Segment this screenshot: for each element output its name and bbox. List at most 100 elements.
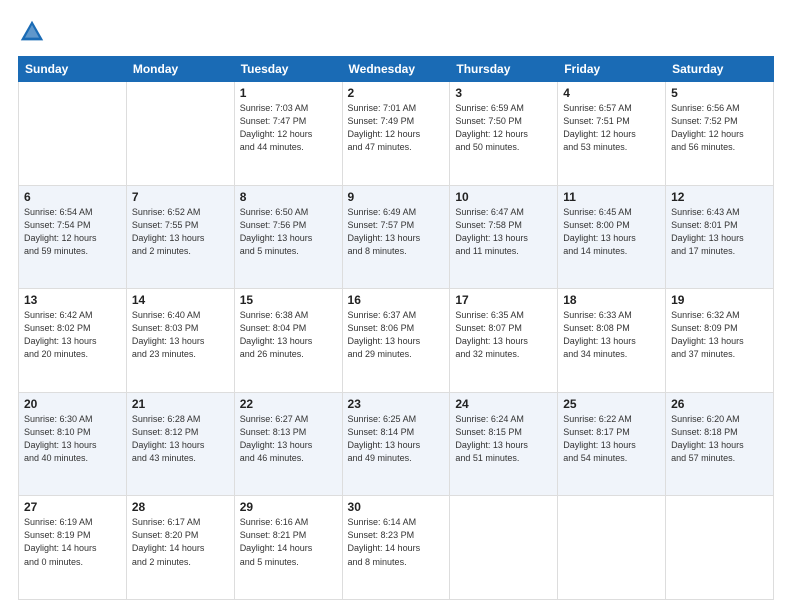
day-info: Sunrise: 6:20 AM Sunset: 8:18 PM Dayligh…	[671, 413, 768, 465]
day-cell: 13 Sunrise: 6:42 AM Sunset: 8:02 PM Dayli…	[19, 289, 127, 393]
day-info: Sunrise: 6:25 AM Sunset: 8:14 PM Dayligh…	[348, 413, 445, 465]
day-info: Sunrise: 6:17 AM Sunset: 8:20 PM Dayligh…	[132, 516, 229, 568]
day-cell: 14Sunrise: 6:40 AM Sunset: 8:03 PM Dayli…	[126, 289, 234, 393]
day-cell: 20 Sunrise: 6:30 AM Sunset: 8:10 PM Dayli…	[19, 392, 127, 496]
day-cell: 17 Sunrise: 6:35 AM Sunset: 8:07 PM Dayli…	[450, 289, 558, 393]
day-info: Sunrise: 6:54 AM Sunset: 7:54 PM Dayligh…	[24, 206, 121, 258]
day-info: Sunrise: 6:30 AM Sunset: 8:10 PM Dayligh…	[24, 413, 121, 465]
day-cell: 30 Sunrise: 6:14 AM Sunset: 8:23 PM Dayli…	[342, 496, 450, 600]
week-row-4: 20 Sunrise: 6:30 AM Sunset: 8:10 PM Dayli…	[19, 392, 774, 496]
day-number: 12	[671, 190, 768, 204]
day-cell: 19 Sunrise: 6:32 AM Sunset: 8:09 PM Dayli…	[666, 289, 774, 393]
header	[18, 18, 774, 46]
day-info: Sunrise: 6:47 AM Sunset: 7:58 PM Dayligh…	[455, 206, 552, 258]
week-row-1: 1 Sunrise: 7:03 AM Sunset: 7:47 PM Daylig…	[19, 82, 774, 186]
day-cell: 25Sunrise: 6:22 AM Sunset: 8:17 PM Dayli…	[558, 392, 666, 496]
day-cell	[666, 496, 774, 600]
day-number: 23	[348, 397, 445, 411]
weekday-header-sunday: Sunday	[19, 57, 127, 82]
day-cell: 12 Sunrise: 6:43 AM Sunset: 8:01 PM Dayli…	[666, 185, 774, 289]
logo-icon	[18, 18, 46, 46]
logo	[18, 18, 50, 46]
day-cell: 23 Sunrise: 6:25 AM Sunset: 8:14 PM Dayli…	[342, 392, 450, 496]
day-info: Sunrise: 7:03 AM Sunset: 7:47 PM Dayligh…	[240, 102, 337, 154]
day-info: Sunrise: 6:50 AM Sunset: 7:56 PM Dayligh…	[240, 206, 337, 258]
day-cell: 9 Sunrise: 6:49 AM Sunset: 7:57 PM Daylig…	[342, 185, 450, 289]
day-info: Sunrise: 6:35 AM Sunset: 8:07 PM Dayligh…	[455, 309, 552, 361]
day-number: 29	[240, 500, 337, 514]
day-info: Sunrise: 6:42 AM Sunset: 8:02 PM Dayligh…	[24, 309, 121, 361]
day-number: 7	[132, 190, 229, 204]
day-number: 1	[240, 86, 337, 100]
day-number: 9	[348, 190, 445, 204]
day-cell: 4 Sunrise: 6:57 AM Sunset: 7:51 PM Daylig…	[558, 82, 666, 186]
day-cell: 24 Sunrise: 6:24 AM Sunset: 8:15 PM Dayli…	[450, 392, 558, 496]
day-info: Sunrise: 6:43 AM Sunset: 8:01 PM Dayligh…	[671, 206, 768, 258]
day-cell: 5 Sunrise: 6:56 AM Sunset: 7:52 PM Daylig…	[666, 82, 774, 186]
day-number: 17	[455, 293, 552, 307]
day-number: 25	[563, 397, 660, 411]
day-number: 21	[132, 397, 229, 411]
day-cell: 8 Sunrise: 6:50 AM Sunset: 7:56 PM Daylig…	[234, 185, 342, 289]
day-info: Sunrise: 6:57 AM Sunset: 7:51 PM Dayligh…	[563, 102, 660, 154]
day-cell: 6 Sunrise: 6:54 AM Sunset: 7:54 PM Daylig…	[19, 185, 127, 289]
week-row-2: 6 Sunrise: 6:54 AM Sunset: 7:54 PM Daylig…	[19, 185, 774, 289]
day-info: Sunrise: 6:16 AM Sunset: 8:21 PM Dayligh…	[240, 516, 337, 568]
day-number: 22	[240, 397, 337, 411]
weekday-header-saturday: Saturday	[666, 57, 774, 82]
day-cell	[558, 496, 666, 600]
day-number: 27	[24, 500, 121, 514]
day-cell: 22Sunrise: 6:27 AM Sunset: 8:13 PM Dayli…	[234, 392, 342, 496]
day-number: 26	[671, 397, 768, 411]
day-info: Sunrise: 7:01 AM Sunset: 7:49 PM Dayligh…	[348, 102, 445, 154]
day-info: Sunrise: 6:33 AM Sunset: 8:08 PM Dayligh…	[563, 309, 660, 361]
day-number: 2	[348, 86, 445, 100]
day-cell: 27 Sunrise: 6:19 AM Sunset: 8:19 PM Dayli…	[19, 496, 127, 600]
day-info: Sunrise: 6:56 AM Sunset: 7:52 PM Dayligh…	[671, 102, 768, 154]
day-number: 4	[563, 86, 660, 100]
day-number: 20	[24, 397, 121, 411]
day-number: 16	[348, 293, 445, 307]
day-info: Sunrise: 6:24 AM Sunset: 8:15 PM Dayligh…	[455, 413, 552, 465]
day-info: Sunrise: 6:28 AM Sunset: 8:12 PM Dayligh…	[132, 413, 229, 465]
day-info: Sunrise: 6:37 AM Sunset: 8:06 PM Dayligh…	[348, 309, 445, 361]
weekday-header-tuesday: Tuesday	[234, 57, 342, 82]
day-cell: 29 Sunrise: 6:16 AM Sunset: 8:21 PM Dayli…	[234, 496, 342, 600]
day-cell: 11 Sunrise: 6:45 AM Sunset: 8:00 PM Dayli…	[558, 185, 666, 289]
day-number: 19	[671, 293, 768, 307]
day-number: 13	[24, 293, 121, 307]
day-number: 5	[671, 86, 768, 100]
day-number: 8	[240, 190, 337, 204]
week-row-5: 27 Sunrise: 6:19 AM Sunset: 8:19 PM Dayli…	[19, 496, 774, 600]
day-info: Sunrise: 6:40 AM Sunset: 8:03 PM Dayligh…	[132, 309, 229, 361]
day-cell	[450, 496, 558, 600]
day-cell: 16 Sunrise: 6:37 AM Sunset: 8:06 PM Dayli…	[342, 289, 450, 393]
day-number: 6	[24, 190, 121, 204]
weekday-header-row: SundayMondayTuesdayWednesdayThursdayFrid…	[19, 57, 774, 82]
day-info: Sunrise: 6:59 AM Sunset: 7:50 PM Dayligh…	[455, 102, 552, 154]
day-cell: 1 Sunrise: 7:03 AM Sunset: 7:47 PM Daylig…	[234, 82, 342, 186]
day-cell: 28 Sunrise: 6:17 AM Sunset: 8:20 PM Dayli…	[126, 496, 234, 600]
day-info: Sunrise: 6:38 AM Sunset: 8:04 PM Dayligh…	[240, 309, 337, 361]
day-cell: 2 Sunrise: 7:01 AM Sunset: 7:49 PM Daylig…	[342, 82, 450, 186]
day-number: 30	[348, 500, 445, 514]
day-cell	[126, 82, 234, 186]
day-number: 11	[563, 190, 660, 204]
weekday-header-wednesday: Wednesday	[342, 57, 450, 82]
weekday-header-thursday: Thursday	[450, 57, 558, 82]
day-number: 10	[455, 190, 552, 204]
day-number: 18	[563, 293, 660, 307]
day-info: Sunrise: 6:45 AM Sunset: 8:00 PM Dayligh…	[563, 206, 660, 258]
day-number: 3	[455, 86, 552, 100]
day-cell: 15 Sunrise: 6:38 AM Sunset: 8:04 PM Dayli…	[234, 289, 342, 393]
day-number: 28	[132, 500, 229, 514]
day-info: Sunrise: 6:32 AM Sunset: 8:09 PM Dayligh…	[671, 309, 768, 361]
day-info: Sunrise: 6:14 AM Sunset: 8:23 PM Dayligh…	[348, 516, 445, 568]
week-row-3: 13 Sunrise: 6:42 AM Sunset: 8:02 PM Dayli…	[19, 289, 774, 393]
day-info: Sunrise: 6:49 AM Sunset: 7:57 PM Dayligh…	[348, 206, 445, 258]
day-info: Sunrise: 6:19 AM Sunset: 8:19 PM Dayligh…	[24, 516, 121, 568]
day-number: 24	[455, 397, 552, 411]
day-number: 15	[240, 293, 337, 307]
calendar-table: SundayMondayTuesdayWednesdayThursdayFrid…	[18, 56, 774, 600]
day-cell: 7Sunrise: 6:52 AM Sunset: 7:55 PM Daylig…	[126, 185, 234, 289]
